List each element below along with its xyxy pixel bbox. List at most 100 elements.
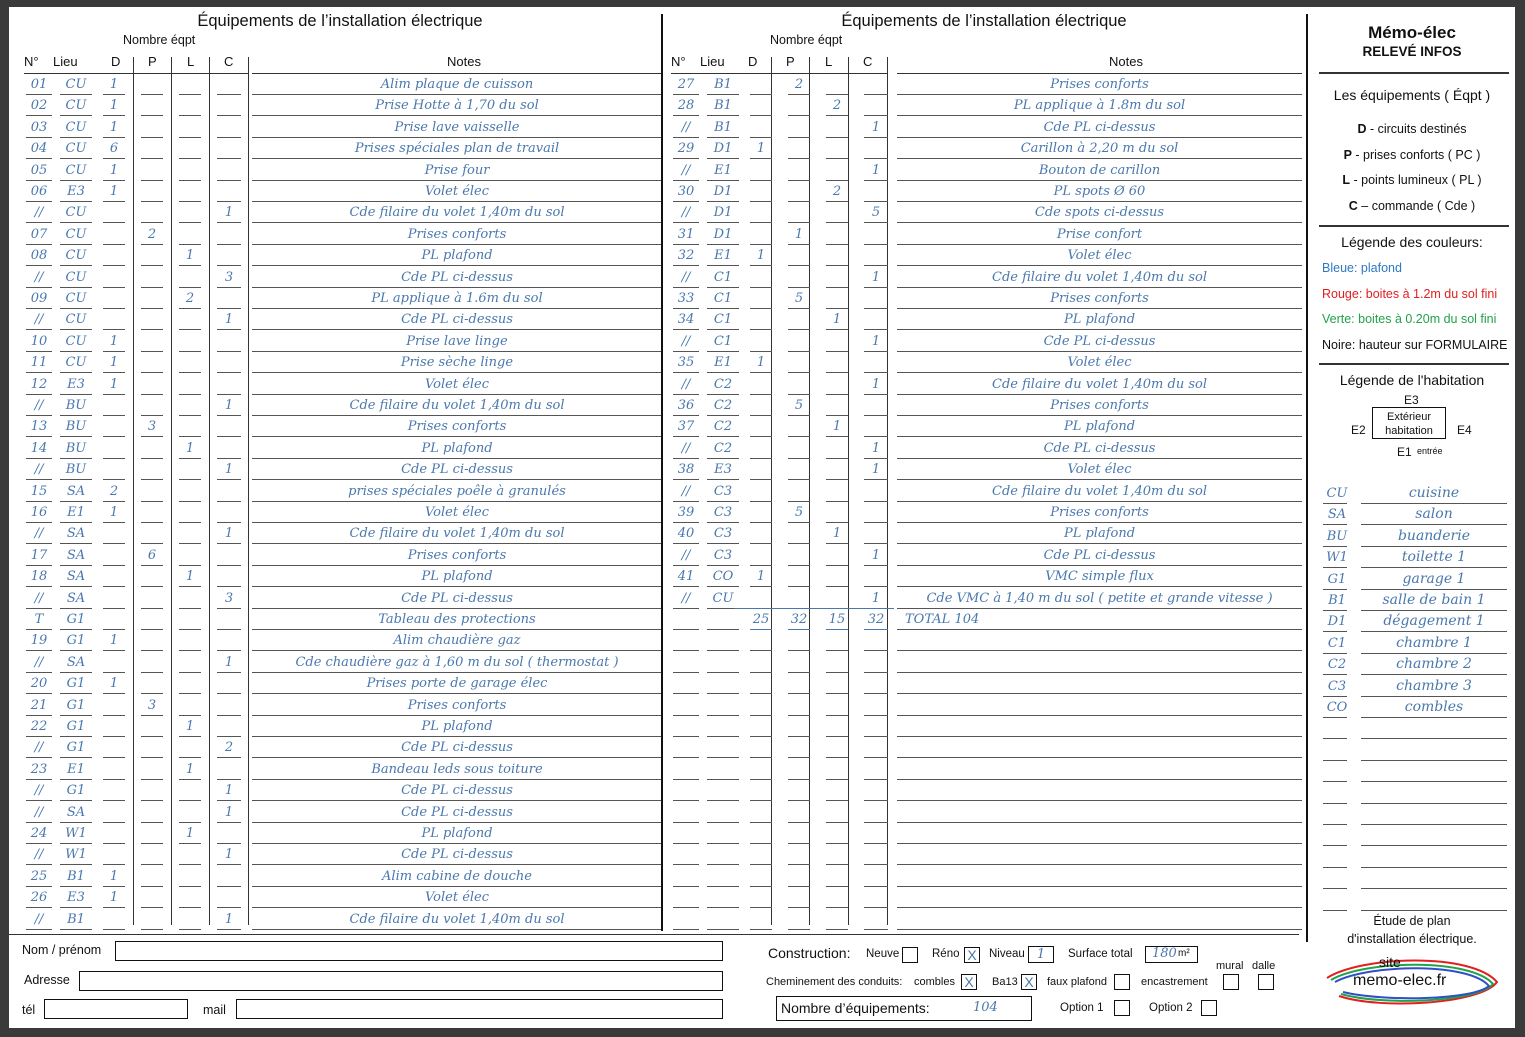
note-cell[interactable] [897, 760, 1302, 779]
p-count-cell[interactable] [135, 567, 169, 586]
dalle-checkbox[interactable] [1258, 974, 1274, 990]
note-cell[interactable]: PL plafond [252, 824, 662, 843]
l-count-cell[interactable] [173, 396, 207, 415]
note-cell[interactable]: Tableau des protections [252, 610, 662, 629]
d-count-cell[interactable] [744, 182, 778, 201]
c-count-cell[interactable] [211, 139, 247, 158]
lieu-cell[interactable]: CU [57, 118, 95, 137]
p-count-cell[interactable] [135, 503, 169, 522]
l-count-cell[interactable] [173, 353, 207, 372]
c-count-cell[interactable]: 1 [858, 589, 894, 608]
note-cell[interactable]: Cde PL ci-dessus [897, 546, 1302, 565]
lieu-cell[interactable]: C3 [704, 482, 742, 501]
p-count-cell[interactable] [135, 845, 169, 864]
p-count-cell[interactable] [135, 375, 169, 394]
lieu-cell[interactable]: D1 [704, 203, 742, 222]
d-count-cell[interactable] [744, 332, 778, 351]
note-cell[interactable]: Prise four [252, 161, 662, 180]
d-count-cell[interactable]: 1 [97, 161, 131, 180]
l-count-cell[interactable] [173, 738, 207, 757]
d-count-cell[interactable] [744, 118, 778, 137]
num-cell[interactable]: // [671, 332, 701, 351]
p-count-cell[interactable] [782, 910, 816, 929]
lieu-cell[interactable]: D1 [704, 139, 742, 158]
l-count-cell[interactable] [173, 888, 207, 907]
c-count-cell[interactable] [858, 482, 894, 501]
num-cell[interactable]: // [671, 589, 701, 608]
l-count-cell[interactable] [820, 674, 854, 693]
num-cell[interactable]: 27 [671, 75, 701, 94]
l-count-cell[interactable] [173, 910, 207, 929]
l-count-cell[interactable]: 2 [173, 289, 207, 308]
l-count-cell[interactable] [173, 332, 207, 351]
d-count-cell[interactable]: 1 [97, 674, 131, 693]
reno-checkbox[interactable]: X [964, 947, 980, 963]
num-cell[interactable]: 06 [24, 182, 54, 201]
room-code[interactable] [1323, 762, 1351, 781]
num-cell[interactable]: 04 [24, 139, 54, 158]
d-count-cell[interactable] [97, 824, 131, 843]
l-count-cell[interactable] [173, 503, 207, 522]
l-count-cell[interactable]: 1 [173, 717, 207, 736]
d-count-cell[interactable]: 1 [97, 182, 131, 201]
p-count-cell[interactable] [135, 289, 169, 308]
c-count-cell[interactable] [211, 289, 247, 308]
p-count-cell[interactable] [782, 631, 816, 650]
lieu-cell[interactable]: E3 [57, 888, 95, 907]
num-cell[interactable]: // [24, 781, 54, 800]
lieu-cell[interactable]: CU [57, 161, 95, 180]
d-count-cell[interactable] [744, 589, 778, 608]
note-cell[interactable]: Cde chaudière gaz à 1,60 m du sol ( ther… [252, 653, 662, 672]
note-cell[interactable] [897, 631, 1302, 650]
lieu-cell[interactable]: SA [57, 653, 95, 672]
note-cell[interactable]: Alim plaque de cuisson [252, 75, 662, 94]
note-cell[interactable]: Prises conforts [897, 503, 1302, 522]
p-count-cell[interactable]: 5 [782, 503, 816, 522]
c-count-cell[interactable]: 1 [858, 268, 894, 287]
num-cell[interactable]: 34 [671, 310, 701, 329]
lieu-cell[interactable]: E1 [57, 760, 95, 779]
c-count-cell[interactable] [211, 631, 247, 650]
note-cell[interactable]: Cde PL ci-dessus [252, 589, 662, 608]
c-count-cell[interactable] [211, 332, 247, 351]
lieu-cell[interactable]: CU [57, 203, 95, 222]
note-cell[interactable] [897, 696, 1302, 715]
d-count-cell[interactable] [97, 546, 131, 565]
note-cell[interactable]: Cde filaire du volet 1,40m du sol [252, 910, 662, 929]
d-count-cell[interactable]: 1 [97, 375, 131, 394]
d-count-cell[interactable] [97, 803, 131, 822]
num-cell[interactable]: // [24, 310, 54, 329]
c-count-cell[interactable] [858, 503, 894, 522]
address-input[interactable] [79, 971, 723, 991]
num-cell[interactable]: 03 [24, 118, 54, 137]
num-cell[interactable]: // [671, 161, 701, 180]
p-count-cell[interactable] [782, 888, 816, 907]
p-count-cell[interactable] [782, 96, 816, 115]
num-cell[interactable] [671, 888, 701, 907]
c-count-cell[interactable] [211, 546, 247, 565]
lieu-cell[interactable] [704, 824, 742, 843]
room-name[interactable] [1361, 826, 1507, 845]
lieu-cell[interactable]: CU [57, 353, 95, 372]
p-count-cell[interactable] [135, 353, 169, 372]
c-count-cell[interactable] [858, 139, 894, 158]
p-count-cell[interactable] [782, 803, 816, 822]
c-count-cell[interactable]: 1 [211, 396, 247, 415]
l-count-cell[interactable]: 1 [820, 417, 854, 436]
c-count-cell[interactable]: 1 [211, 781, 247, 800]
lieu-cell[interactable]: BU [57, 460, 95, 479]
l-count-cell[interactable]: 1 [820, 310, 854, 329]
p-count-cell[interactable] [135, 161, 169, 180]
room-name[interactable] [1361, 891, 1507, 910]
note-cell[interactable]: PL plafond [897, 310, 1302, 329]
p-count-cell[interactable] [782, 546, 816, 565]
lieu-cell[interactable]: CU [57, 225, 95, 244]
num-cell[interactable]: 16 [24, 503, 54, 522]
room-name[interactable]: salle de bain 1 [1361, 591, 1507, 610]
room-name[interactable]: chambre 1 [1361, 634, 1507, 653]
d-count-cell[interactable] [744, 310, 778, 329]
num-cell[interactable] [671, 760, 701, 779]
l-count-cell[interactable] [820, 482, 854, 501]
d-count-cell[interactable] [97, 203, 131, 222]
num-cell[interactable]: // [24, 524, 54, 543]
